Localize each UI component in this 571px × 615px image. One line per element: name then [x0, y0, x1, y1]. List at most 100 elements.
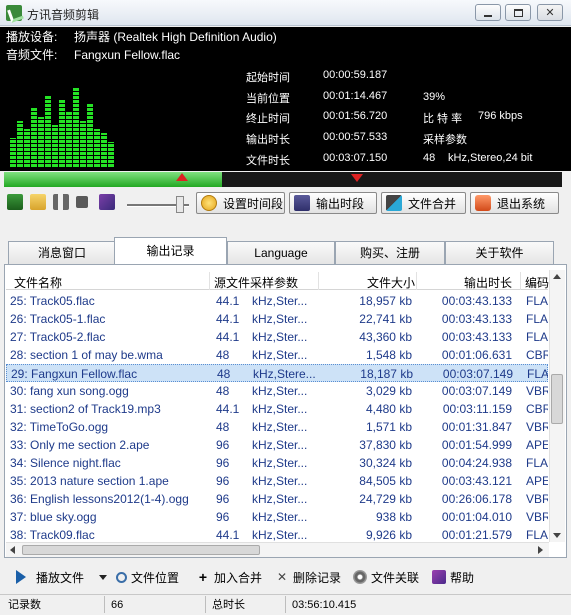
file-association-button[interactable]: 文件关联	[353, 569, 419, 585]
position-track[interactable]	[4, 172, 562, 187]
end-marker-icon[interactable]	[351, 174, 363, 182]
table-row[interactable]: 31: section2 of Track19.mp3 44.1 kHz,Ster.…	[6, 400, 548, 418]
column-divider[interactable]	[520, 272, 521, 290]
volume-slider-thumb[interactable]	[176, 196, 184, 213]
table-row[interactable]: 28: section 1 of may be.wma 48 kHz,Ster...…	[6, 346, 548, 364]
exit-label: 退出系统	[497, 196, 546, 211]
play-options-dropdown[interactable]	[99, 569, 107, 585]
file-name-cell: 30: fang xun song.ogg	[10, 384, 129, 398]
open-folder-icon[interactable]	[30, 194, 46, 210]
add-to-merge-button[interactable]: + 加入合并	[196, 569, 262, 585]
output-duration-cell: 00:03:43.133	[441, 294, 512, 308]
table-row[interactable]: 25: Track05.flac 44.1 kHz,Ster... 18,957 kb…	[6, 292, 548, 310]
vertical-scroll-thumb[interactable]	[551, 374, 563, 424]
table-row[interactable]: 37: blue sky.ogg 96 kHz,Ster... 938 kb 00:01…	[6, 508, 548, 526]
sample-rate-cell: 48	[216, 384, 230, 398]
column-divider[interactable]	[209, 272, 210, 290]
spectrum-bar	[24, 129, 30, 167]
exit-button[interactable]: 退出系统	[470, 192, 559, 214]
file-length-value: 00:03:07.150	[323, 152, 388, 164]
export-segment-button[interactable]: 输出时段	[289, 192, 377, 214]
position-percent: 39%	[423, 91, 446, 103]
file-row: 音频文件: Fangxun Fellow.flac	[6, 46, 180, 64]
sample-rate-cell: 96	[216, 474, 230, 488]
column-divider[interactable]	[416, 272, 417, 290]
encoding-cell: FLAC	[527, 367, 548, 381]
sample-params-cell: kHz,Ster...	[252, 510, 308, 524]
scroll-right-icon[interactable]	[538, 546, 543, 554]
encoding-cell: CBR,	[526, 348, 548, 362]
sample-rate-cell: 44.1	[216, 330, 240, 344]
table-row[interactable]: 30: fang xun song.ogg 48 kHz,Ster... 3,029 …	[6, 382, 548, 400]
device-label: 播放设备:	[6, 30, 58, 44]
maximize-button[interactable]	[505, 4, 531, 21]
status-divider	[104, 596, 105, 613]
header-source-params[interactable]: 源文件采样参数	[214, 274, 298, 291]
encoding-cell: FLAC	[526, 294, 548, 308]
file-location-button[interactable]: 文件位置	[116, 569, 179, 585]
table-row[interactable]: 36: English lessons2012(1-4).ogg 96 kHz,St…	[6, 490, 548, 508]
file-size-cell: 18,187 kb	[360, 367, 413, 381]
play-file-button[interactable]: 播放文件	[16, 569, 84, 585]
table-row[interactable]: 29: Fangxun Fellow.flac 48 kHz,Stere... 18,…	[6, 364, 548, 382]
header-file-size[interactable]: 文件大小	[367, 274, 415, 291]
start-marker-icon[interactable]	[176, 173, 188, 181]
spectrum-bar	[66, 112, 72, 167]
tab-output-records[interactable]: 输出记录	[114, 237, 227, 265]
sample-rate-cell: 48	[217, 367, 231, 381]
minimize-button[interactable]	[475, 4, 501, 21]
close-button[interactable]: ✕	[537, 4, 563, 21]
file-size-cell: 4,480 kb	[365, 402, 412, 416]
horizontal-scroll-thumb[interactable]	[22, 545, 260, 555]
sample-rate-cell: 44.1	[216, 294, 240, 308]
tab-language[interactable]: Language	[227, 241, 335, 264]
play-toolbar-icon[interactable]	[7, 194, 23, 210]
output-duration-cell: 00:01:06.631	[441, 348, 512, 362]
table-row[interactable]: 38: Track09.flac 44.1 kHz,Ster... 9,926 kb 0…	[6, 526, 548, 542]
table-row[interactable]: 35: 2013 nature section 1.ape 96 kHz,Ster.…	[6, 472, 548, 490]
help-button[interactable]: 帮助	[432, 569, 474, 585]
set-time-range-button[interactable]: 设置时间段	[196, 192, 285, 214]
tab-purchase-register[interactable]: 购买、注册	[335, 241, 445, 264]
scroll-up-icon[interactable]	[553, 274, 561, 279]
help-book-icon	[432, 570, 446, 584]
playback-panel: 起始时间 00:00:59.187 当前位置 00:01:14.467 39% …	[0, 65, 571, 171]
file-size-cell: 30,324 kb	[359, 456, 412, 470]
window-title: 方讯音频剪辑	[27, 8, 100, 22]
scroll-left-icon[interactable]	[10, 546, 15, 554]
encoding-cell: FLAC	[526, 312, 548, 326]
merge-files-label: 文件合并	[408, 196, 457, 211]
file-size-cell: 43,360 kb	[359, 330, 412, 344]
output-duration-cell: 00:03:43.133	[441, 330, 512, 344]
pause-icon[interactable]	[53, 194, 69, 210]
table-row[interactable]: 32: TimeToGo.ogg 48 kHz,Ster... 1,571 kb 00:…	[6, 418, 548, 436]
spectrum-bar	[94, 129, 100, 167]
header-encoding[interactable]: 编码	[525, 274, 549, 291]
output-length-label: 输出时长	[246, 134, 290, 146]
spectrum-bar	[73, 87, 79, 167]
encoding-cell: VBR	[526, 420, 548, 434]
merge-files-button[interactable]: 文件合并	[381, 192, 466, 214]
output-duration-cell: 00:03:07.149	[442, 367, 513, 381]
table-row[interactable]: 33: Only me section 2.ape 96 kHz,Ster... 37…	[6, 436, 548, 454]
books-icon[interactable]	[99, 194, 115, 210]
header-file-name[interactable]: 文件名称	[14, 274, 62, 291]
end-time-value: 00:01:56.720	[323, 110, 388, 122]
table-row[interactable]: 26: Track05-1.flac 44.1 kHz,Ster... 22,741 …	[6, 310, 548, 328]
sample-params-cell: kHz,Ster...	[252, 294, 308, 308]
header-output-duration[interactable]: 输出时长	[464, 274, 512, 291]
scroll-down-icon[interactable]	[553, 533, 561, 538]
spectrum-bar	[87, 104, 93, 167]
output-duration-cell: 00:01:31.847	[441, 420, 512, 434]
tab-messages[interactable]: 消息窗口	[8, 241, 116, 264]
minimize-icon	[484, 14, 492, 17]
stop-icon[interactable]	[76, 196, 88, 208]
delete-record-button[interactable]: ✕ 删除记录	[275, 569, 341, 585]
sample-rate-cell: 96	[216, 492, 230, 506]
tab-about[interactable]: 关于软件	[445, 241, 554, 264]
file-name-cell: 34: Silence night.flac	[10, 456, 121, 470]
sample-params-cell: kHz,Ster...	[252, 492, 308, 506]
table-row[interactable]: 34: Silence night.flac 96 kHz,Ster... 30,32…	[6, 454, 548, 472]
table-row[interactable]: 27: Track05-2.flac 44.1 kHz,Ster... 43,360 …	[6, 328, 548, 346]
column-divider[interactable]	[318, 272, 319, 290]
